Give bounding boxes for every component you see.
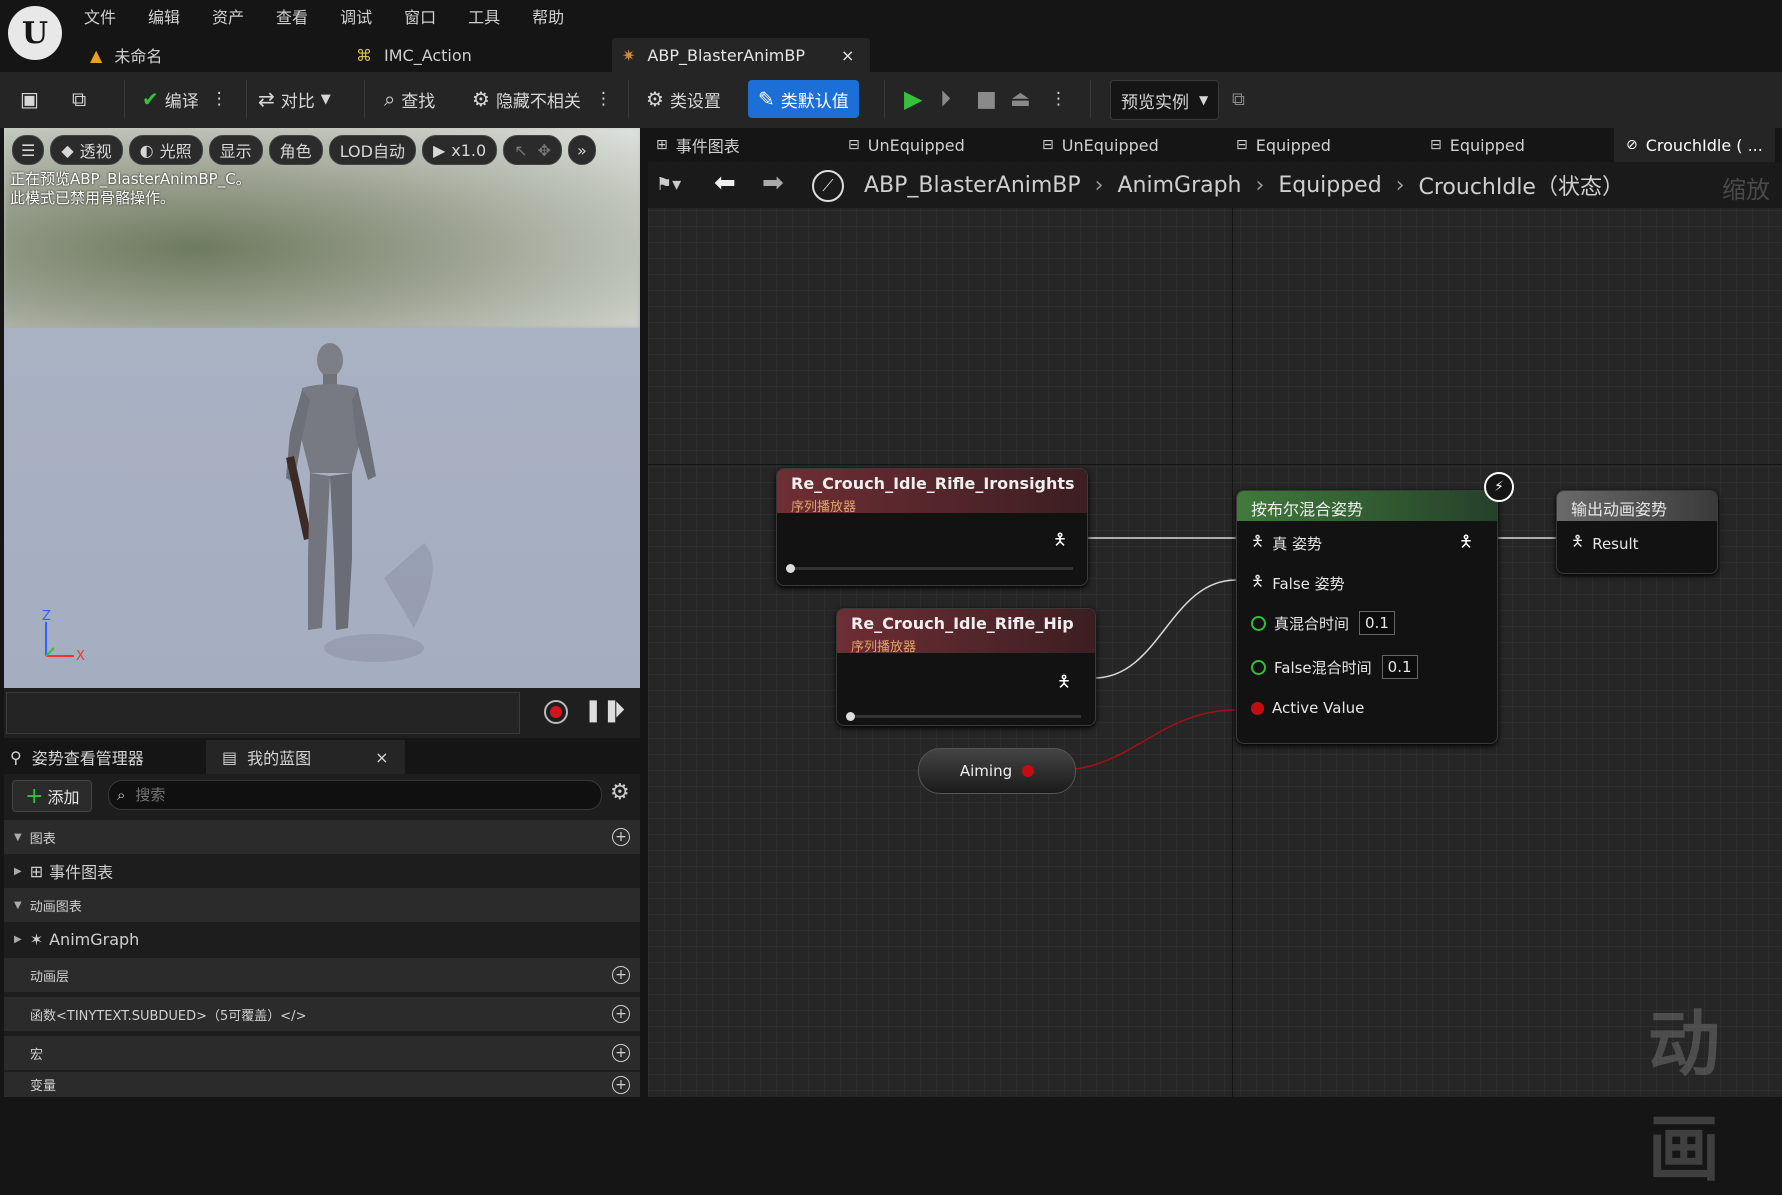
pin-label: 真混合时间 bbox=[1274, 614, 1350, 633]
true-blend-time-pin[interactable]: 真混合时间 0.1 bbox=[1251, 611, 1395, 635]
sequence-player-node-ironsights[interactable]: Re_Crouch_Idle_Rifle_Ironsights 序列播放器 🯅 bbox=[776, 468, 1088, 586]
sequence-player-node-hip[interactable]: Re_Crouch_Idle_Rifle_Hip 序列播放器 🯅 bbox=[836, 608, 1096, 726]
pose-output-pin-icon[interactable]: 🯅 bbox=[1053, 529, 1067, 556]
aiming-variable-node[interactable]: Aiming bbox=[918, 748, 1076, 794]
slider-handle[interactable] bbox=[846, 712, 855, 721]
pin-label: Result bbox=[1592, 534, 1639, 553]
play-position-slider[interactable] bbox=[786, 564, 1073, 573]
node-header: Re_Crouch_Idle_Rifle_Ironsights 序列播放器 bbox=[777, 469, 1087, 515]
pin-label: False混合时间 bbox=[1274, 658, 1372, 677]
float-pin-icon bbox=[1251, 615, 1266, 631]
node-header: Re_Crouch_Idle_Rifle_Hip 序列播放器 bbox=[837, 609, 1095, 655]
pose-pin-icon: 🯅 bbox=[1251, 572, 1265, 590]
true-blend-time-value[interactable]: 0.1 bbox=[1359, 611, 1395, 635]
blend-poses-by-bool-node[interactable]: 按布尔混合姿势 🯅 真 姿势 🯅 🯅 False 姿势 真混合时间 0.1 Fa… bbox=[1236, 490, 1498, 744]
node-subtitle: 序列播放器 bbox=[791, 500, 857, 515]
bool-pin-icon bbox=[1251, 701, 1264, 715]
pin-label: Active Value bbox=[1272, 699, 1365, 717]
slider-handle[interactable] bbox=[786, 564, 795, 573]
pose-pin-icon: 🯅 bbox=[1251, 532, 1265, 550]
node-subtitle: 序列播放器 bbox=[851, 640, 917, 655]
false-blend-time-value[interactable]: 0.1 bbox=[1381, 655, 1418, 679]
active-value-pin[interactable]: Active Value bbox=[1251, 699, 1364, 717]
false-blend-time-pin[interactable]: False混合时间 0.1 bbox=[1251, 655, 1418, 679]
play-position-slider[interactable] bbox=[846, 712, 1081, 721]
float-pin-icon bbox=[1251, 659, 1266, 675]
pin-label: False 姿势 bbox=[1272, 575, 1345, 593]
pose-pin-icon: 🯅 bbox=[1571, 532, 1585, 550]
true-pose-pin[interactable]: 🯅 真 姿势 bbox=[1251, 531, 1322, 556]
node-title: Re_Crouch_Idle_Rifle_Hip bbox=[851, 614, 1074, 633]
pose-output-pin-icon[interactable]: 🯅 bbox=[1057, 671, 1071, 698]
false-pose-pin[interactable]: 🯅 False 姿势 bbox=[1251, 571, 1345, 596]
node-title: Re_Crouch_Idle_Rifle_Ironsights bbox=[791, 474, 1075, 493]
fast-path-icon: ⚡ bbox=[1484, 472, 1514, 502]
output-pose-node[interactable]: 输出动画姿势 🯅 Result bbox=[1556, 490, 1718, 574]
bool-output-pin-icon[interactable] bbox=[1022, 765, 1035, 777]
node-title: 按布尔混合姿势 bbox=[1237, 491, 1497, 521]
pose-output-pin-icon[interactable]: 🯅 bbox=[1459, 531, 1473, 558]
node-title: Aiming bbox=[959, 762, 1013, 780]
node-title: 输出动画姿势 bbox=[1557, 491, 1717, 521]
wire-false-pose bbox=[1093, 579, 1237, 679]
result-pin[interactable]: 🯅 Result bbox=[1571, 531, 1639, 556]
pin-label: 真 姿势 bbox=[1272, 535, 1322, 553]
